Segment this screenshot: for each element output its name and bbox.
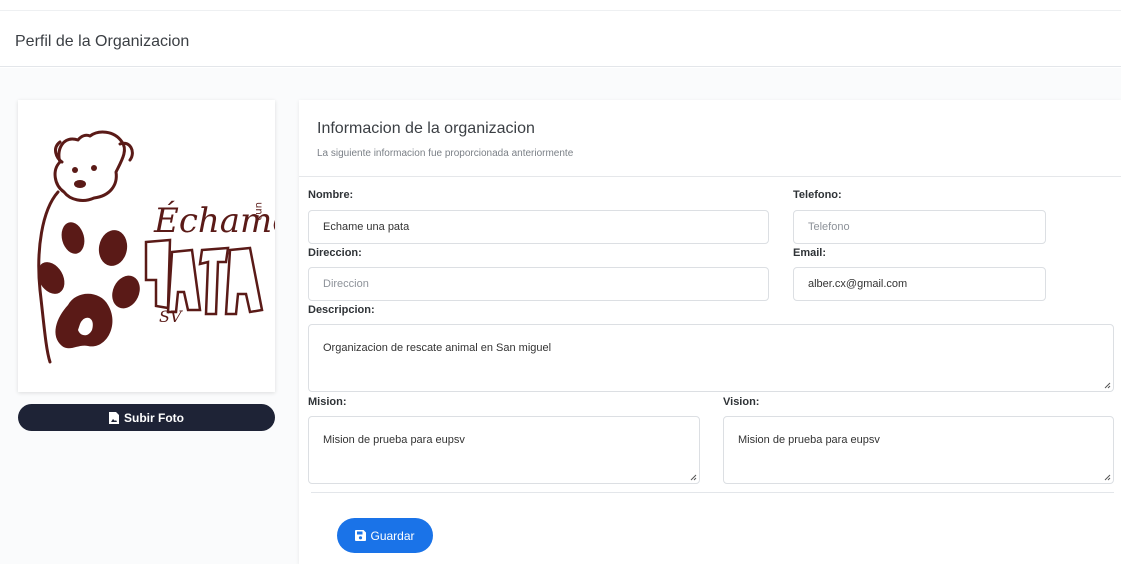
mision-textarea[interactable]: Mision de prueba para eupsv xyxy=(308,416,700,484)
upload-photo-label: Subir Foto xyxy=(124,410,184,425)
file-image-icon xyxy=(109,411,119,424)
mision-text: Mision de prueba para eupsv xyxy=(323,434,465,446)
card-title: Informacion de la organizacion xyxy=(317,120,535,137)
svg-text:una: una xyxy=(253,202,264,221)
save-button-label: Guardar xyxy=(370,528,415,543)
save-button[interactable]: Guardar xyxy=(337,518,433,553)
telefono-label: Telefono: xyxy=(793,189,842,201)
mision-label: Mision: xyxy=(308,396,347,408)
descripcion-text: Organizacion de rescate animal en San mi… xyxy=(323,342,552,354)
telefono-input[interactable]: Telefono xyxy=(793,210,1046,244)
organization-info-card: Informacion de la organizacion La siguie… xyxy=(299,100,1121,564)
nombre-label: Nombre: xyxy=(308,189,354,201)
page-title: Perfil de la Organizacion xyxy=(15,33,190,50)
email-label: Email: xyxy=(793,247,827,259)
card-subtitle: La siguiente informacion fue proporciona… xyxy=(317,148,574,159)
resize-grip-icon[interactable] xyxy=(690,474,697,481)
upload-photo-button[interactable]: Subir Foto xyxy=(18,404,275,431)
save-disk-icon xyxy=(355,530,367,541)
descripcion-label: Descripcion: xyxy=(308,304,375,316)
vision-text: Mision de prueba para eupsv xyxy=(738,434,880,446)
nombre-input[interactable]: Echame una pata xyxy=(308,210,769,244)
card-header: Informacion de la organizacion La siguie… xyxy=(299,100,1121,177)
organization-photo-card: Échame una SV xyxy=(18,100,275,392)
organization-logo: Échame una SV xyxy=(37,130,275,364)
svg-text:SV: SV xyxy=(159,307,183,326)
email-input[interactable]: alber.cx@gmail.com xyxy=(793,267,1046,301)
descripcion-textarea[interactable]: Organizacion de rescate animal en San mi… xyxy=(308,324,1114,392)
page-header: Perfil de la Organizacion xyxy=(0,11,1121,67)
direccion-input[interactable]: Direccion xyxy=(308,267,769,301)
direccion-label: Direccion: xyxy=(308,247,362,259)
resize-grip-icon[interactable] xyxy=(1104,382,1111,389)
vision-textarea[interactable]: Mision de prueba para eupsv xyxy=(723,416,1114,484)
vision-label: Vision: xyxy=(723,396,760,408)
resize-grip-icon[interactable] xyxy=(1104,474,1111,481)
form-divider xyxy=(311,492,1114,493)
